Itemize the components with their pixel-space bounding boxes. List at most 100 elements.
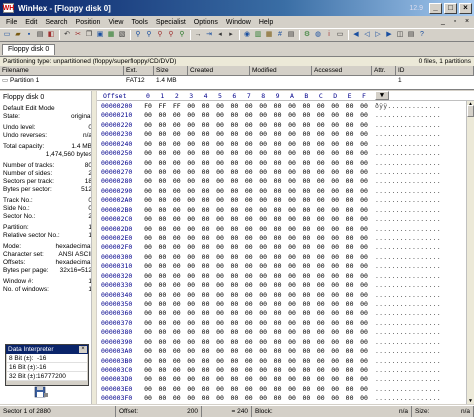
find-hex-icon[interactable]: ⚲ <box>144 30 154 40</box>
ascii-text[interactable]: ................ <box>375 347 441 355</box>
hex-byte[interactable]: 00 <box>170 159 184 167</box>
hex-byte[interactable]: 00 <box>155 272 169 280</box>
find-again-icon[interactable]: ⚲ <box>177 30 187 40</box>
hex-byte[interactable]: 00 <box>227 347 241 355</box>
hex-byte[interactable]: 00 <box>328 309 342 317</box>
hex-byte[interactable]: 00 <box>343 177 357 185</box>
hex-byte[interactable]: 00 <box>242 159 256 167</box>
hex-byte[interactable]: 00 <box>314 187 328 195</box>
hex-byte[interactable]: 00 <box>213 140 227 148</box>
hex-byte[interactable]: 00 <box>328 338 342 346</box>
hex-byte[interactable]: 00 <box>314 375 328 383</box>
hex-byte[interactable]: 00 <box>213 291 227 299</box>
undo-icon[interactable]: ↶ <box>62 30 72 40</box>
hex-byte[interactable]: 00 <box>199 291 213 299</box>
hex-byte[interactable]: 00 <box>256 328 270 336</box>
hex-byte[interactable]: 00 <box>314 272 328 280</box>
hex-byte[interactable]: 00 <box>141 319 155 327</box>
hex-byte[interactable]: 00 <box>213 159 227 167</box>
settings-icon[interactable]: ▤ <box>406 30 416 40</box>
hex-byte[interactable]: 00 <box>170 262 184 270</box>
hex-byte[interactable]: 00 <box>141 272 155 280</box>
ascii-text[interactable]: ðÿÿ............. <box>375 102 441 110</box>
hex-byte[interactable]: 00 <box>328 102 342 110</box>
hex-byte[interactable]: 00 <box>256 291 270 299</box>
hex-byte[interactable]: 00 <box>170 328 184 336</box>
hex-byte[interactable]: 00 <box>271 130 285 138</box>
hex-byte[interactable]: 00 <box>357 234 371 242</box>
hex-byte[interactable]: 00 <box>343 347 357 355</box>
hex-byte[interactable]: 00 <box>184 300 198 308</box>
hex-byte[interactable]: 00 <box>314 234 328 242</box>
hex-byte[interactable]: 00 <box>242 149 256 157</box>
hex-byte[interactable]: 00 <box>271 291 285 299</box>
hex-byte[interactable]: 00 <box>242 111 256 119</box>
hex-byte[interactable]: 00 <box>256 140 270 148</box>
hex-byte[interactable]: 00 <box>213 168 227 176</box>
hex-byte[interactable]: 00 <box>227 187 241 195</box>
hex-byte[interactable]: 00 <box>170 130 184 138</box>
hex-byte[interactable]: 00 <box>155 338 169 346</box>
hex-byte[interactable]: 00 <box>328 149 342 157</box>
hex-byte[interactable]: 00 <box>328 394 342 402</box>
hex-byte[interactable]: 00 <box>256 234 270 242</box>
hex-byte[interactable]: 00 <box>314 328 328 336</box>
hex-byte[interactable]: 00 <box>271 281 285 289</box>
hex-byte[interactable]: 00 <box>170 177 184 185</box>
hex-byte[interactable]: 00 <box>213 347 227 355</box>
hex-byte[interactable]: 00 <box>271 206 285 214</box>
hex-byte[interactable]: 00 <box>199 177 213 185</box>
hex-byte[interactable]: 00 <box>184 121 198 129</box>
hex-byte[interactable]: 00 <box>314 168 328 176</box>
hex-byte[interactable]: 00 <box>271 309 285 317</box>
hex-byte[interactable]: 00 <box>227 253 241 261</box>
hex-byte[interactable]: 00 <box>299 102 313 110</box>
hex-byte[interactable]: 00 <box>184 187 198 195</box>
hex-byte[interactable]: 00 <box>155 253 169 261</box>
hex-byte[interactable]: 00 <box>271 102 285 110</box>
hex-byte[interactable]: 00 <box>199 159 213 167</box>
drive-icon[interactable]: ◍ <box>313 30 323 40</box>
hex-byte[interactable]: 00 <box>357 243 371 251</box>
last-sector-icon[interactable]: ▶ <box>384 30 394 40</box>
hex-byte[interactable]: 00 <box>242 206 256 214</box>
hex-byte[interactable]: 00 <box>357 111 371 119</box>
hex-byte[interactable]: 00 <box>227 309 241 317</box>
hex-byte[interactable]: 00 <box>184 281 198 289</box>
hex-byte[interactable]: 00 <box>141 177 155 185</box>
hex-byte[interactable]: 00 <box>213 338 227 346</box>
hex-byte[interactable]: 00 <box>199 319 213 327</box>
hex-byte[interactable]: 00 <box>314 366 328 374</box>
hex-byte[interactable]: 00 <box>199 366 213 374</box>
hex-byte[interactable]: 00 <box>285 140 299 148</box>
bookmark-icon[interactable]: ◫ <box>395 30 405 40</box>
hex-byte[interactable]: 00 <box>343 111 357 119</box>
column-created[interactable]: Created <box>188 66 250 75</box>
hex-byte[interactable]: 00 <box>199 111 213 119</box>
hex-byte[interactable]: 00 <box>213 111 227 119</box>
hex-byte[interactable]: 00 <box>299 291 313 299</box>
hex-byte[interactable]: 00 <box>357 196 371 204</box>
hex-byte[interactable]: 00 <box>213 262 227 270</box>
hex-byte[interactable]: 00 <box>227 121 241 129</box>
hex-byte[interactable]: 00 <box>199 140 213 148</box>
hex-byte[interactable]: 00 <box>155 149 169 157</box>
find-text-icon[interactable]: ⚲ <box>133 30 143 40</box>
goto-offset-icon[interactable]: → <box>193 30 203 40</box>
hex-byte[interactable]: 00 <box>328 140 342 148</box>
hex-byte[interactable]: 00 <box>256 319 270 327</box>
hex-byte[interactable]: 00 <box>256 168 270 176</box>
hex-byte[interactable]: 00 <box>357 253 371 261</box>
hex-byte[interactable]: 00 <box>227 168 241 176</box>
hex-byte[interactable]: 00 <box>155 215 169 223</box>
hex-byte[interactable]: 00 <box>343 338 357 346</box>
hex-byte[interactable]: 00 <box>314 177 328 185</box>
hex-byte[interactable]: 00 <box>170 206 184 214</box>
hex-byte[interactable]: 00 <box>299 140 313 148</box>
hex-byte[interactable]: 00 <box>227 338 241 346</box>
hex-byte[interactable]: 00 <box>155 291 169 299</box>
hex-byte[interactable]: 00 <box>299 309 313 317</box>
hex-byte[interactable]: 00 <box>328 291 342 299</box>
hex-byte[interactable]: 00 <box>271 159 285 167</box>
hex-byte[interactable]: 00 <box>271 328 285 336</box>
